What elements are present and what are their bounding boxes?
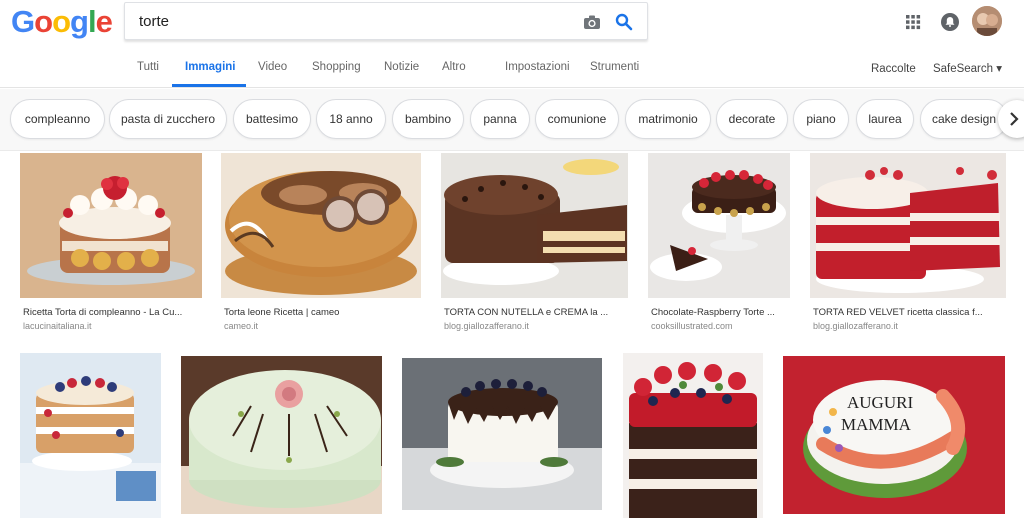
image-result[interactable]: TORTA CON NUTELLA e CREMA la ... blog.gi…: [441, 153, 628, 333]
google-logo[interactable]: Google: [11, 4, 113, 40]
chip-compleanno[interactable]: compleanno: [10, 99, 105, 139]
result-thumbnail[interactable]: [20, 353, 161, 518]
image-result[interactable]: [402, 358, 602, 512]
chip-laurea[interactable]: laurea: [856, 99, 914, 139]
result-thumbnail[interactable]: [441, 153, 628, 298]
result-title[interactable]: Ricetta Torta di compleanno - La Cu...: [23, 307, 201, 318]
avatar[interactable]: [972, 6, 1002, 36]
tab-impostazioni[interactable]: Impostazioni: [505, 61, 570, 73]
result-thumbnail[interactable]: AUGURI MAMMA: [783, 356, 1005, 514]
chip-comunione[interactable]: comunione: [535, 99, 619, 139]
result-thumbnail[interactable]: [20, 153, 202, 298]
chip-matrimonio[interactable]: matrimonio: [625, 99, 711, 139]
chip-panna[interactable]: panna: [470, 99, 530, 139]
result-thumbnail[interactable]: [648, 153, 790, 298]
camera-icon[interactable]: [579, 9, 605, 35]
tab-video[interactable]: Video: [258, 61, 287, 73]
magnifier-icon[interactable]: [611, 9, 637, 35]
result-title[interactable]: Chocolate-Raspberry Torte ...: [651, 307, 789, 318]
chip-18-anno[interactable]: 18 anno: [316, 99, 386, 139]
image-result[interactable]: TORTA RED VELVET ricetta classica f... b…: [810, 153, 1006, 333]
tab-altro[interactable]: Altro: [442, 61, 466, 73]
tab-immagini[interactable]: Immagini: [185, 61, 235, 73]
tab-notizie[interactable]: Notizie: [384, 61, 419, 73]
result-source: blog.giallozafferano.it: [444, 321, 529, 331]
result-source: lacucinaitaliana.it: [23, 321, 92, 331]
chip-decorate[interactable]: decorate: [716, 99, 788, 139]
image-result[interactable]: Torta leone Ricetta | cameo cameo.it: [221, 153, 421, 333]
image-result[interactable]: AUGURI MAMMA: [783, 356, 1005, 516]
cake-text-line2: MAMMA: [841, 415, 912, 434]
search-box: [124, 2, 648, 40]
image-result[interactable]: [20, 353, 161, 518]
chip-pasta-di-zucchero[interactable]: pasta di zucchero: [109, 99, 227, 139]
search-input[interactable]: [139, 3, 559, 39]
chip-piano[interactable]: piano: [793, 99, 849, 139]
image-result[interactable]: [623, 353, 763, 518]
safesearch-menu[interactable]: SafeSearch ▾: [933, 63, 1002, 75]
result-source: cameo.it: [224, 321, 259, 331]
result-thumbnail[interactable]: [221, 153, 421, 298]
result-thumbnail[interactable]: [810, 153, 1006, 298]
image-result[interactable]: Ricetta Torta di compleanno - La Cu... l…: [20, 153, 202, 333]
chip-battesimo[interactable]: battesimo: [233, 99, 311, 139]
logo-letter: o: [52, 4, 71, 39]
right-links: Raccolte SafeSearch ▾: [871, 61, 1002, 75]
image-result[interactable]: [181, 356, 382, 516]
result-source: blog.giallozafferano.it: [813, 321, 898, 331]
collections-link[interactable]: Raccolte: [871, 63, 916, 75]
result-thumbnail[interactable]: [623, 353, 763, 518]
result-title[interactable]: Torta leone Ricetta | cameo: [224, 307, 420, 318]
logo-letter: g: [70, 4, 89, 39]
tab-shopping[interactable]: Shopping: [312, 61, 361, 73]
tab-strumenti[interactable]: Strumenti: [590, 61, 639, 73]
active-tab-indicator: [172, 84, 246, 87]
apps-grid-icon[interactable]: [901, 10, 925, 34]
logo-letter: l: [87, 4, 97, 39]
bell-icon[interactable]: [938, 10, 962, 34]
header: Google Tutti Immagini Video Shopping Not…: [0, 0, 1024, 88]
logo-letter: e: [95, 4, 113, 39]
logo-letter: G: [11, 4, 35, 39]
result-title[interactable]: TORTA CON NUTELLA e CREMA la ...: [444, 307, 627, 318]
result-thumbnail[interactable]: [181, 356, 382, 514]
image-result[interactable]: Chocolate-Raspberry Torte ... cooksillus…: [648, 153, 790, 333]
result-source: cooksillustrated.com: [651, 321, 733, 331]
cake-text-line1: AUGURI: [847, 393, 913, 412]
related-searches-bar: compleanno pasta di zucchero battesimo 1…: [0, 89, 1024, 151]
result-thumbnail[interactable]: [402, 358, 602, 510]
logo-letter: o: [34, 4, 53, 39]
chip-cake-design[interactable]: cake design: [920, 99, 1008, 139]
result-title[interactable]: TORTA RED VELVET ricetta classica f...: [813, 307, 1005, 318]
chip-bambino[interactable]: bambino: [392, 99, 464, 139]
tab-tutti[interactable]: Tutti: [137, 61, 159, 73]
